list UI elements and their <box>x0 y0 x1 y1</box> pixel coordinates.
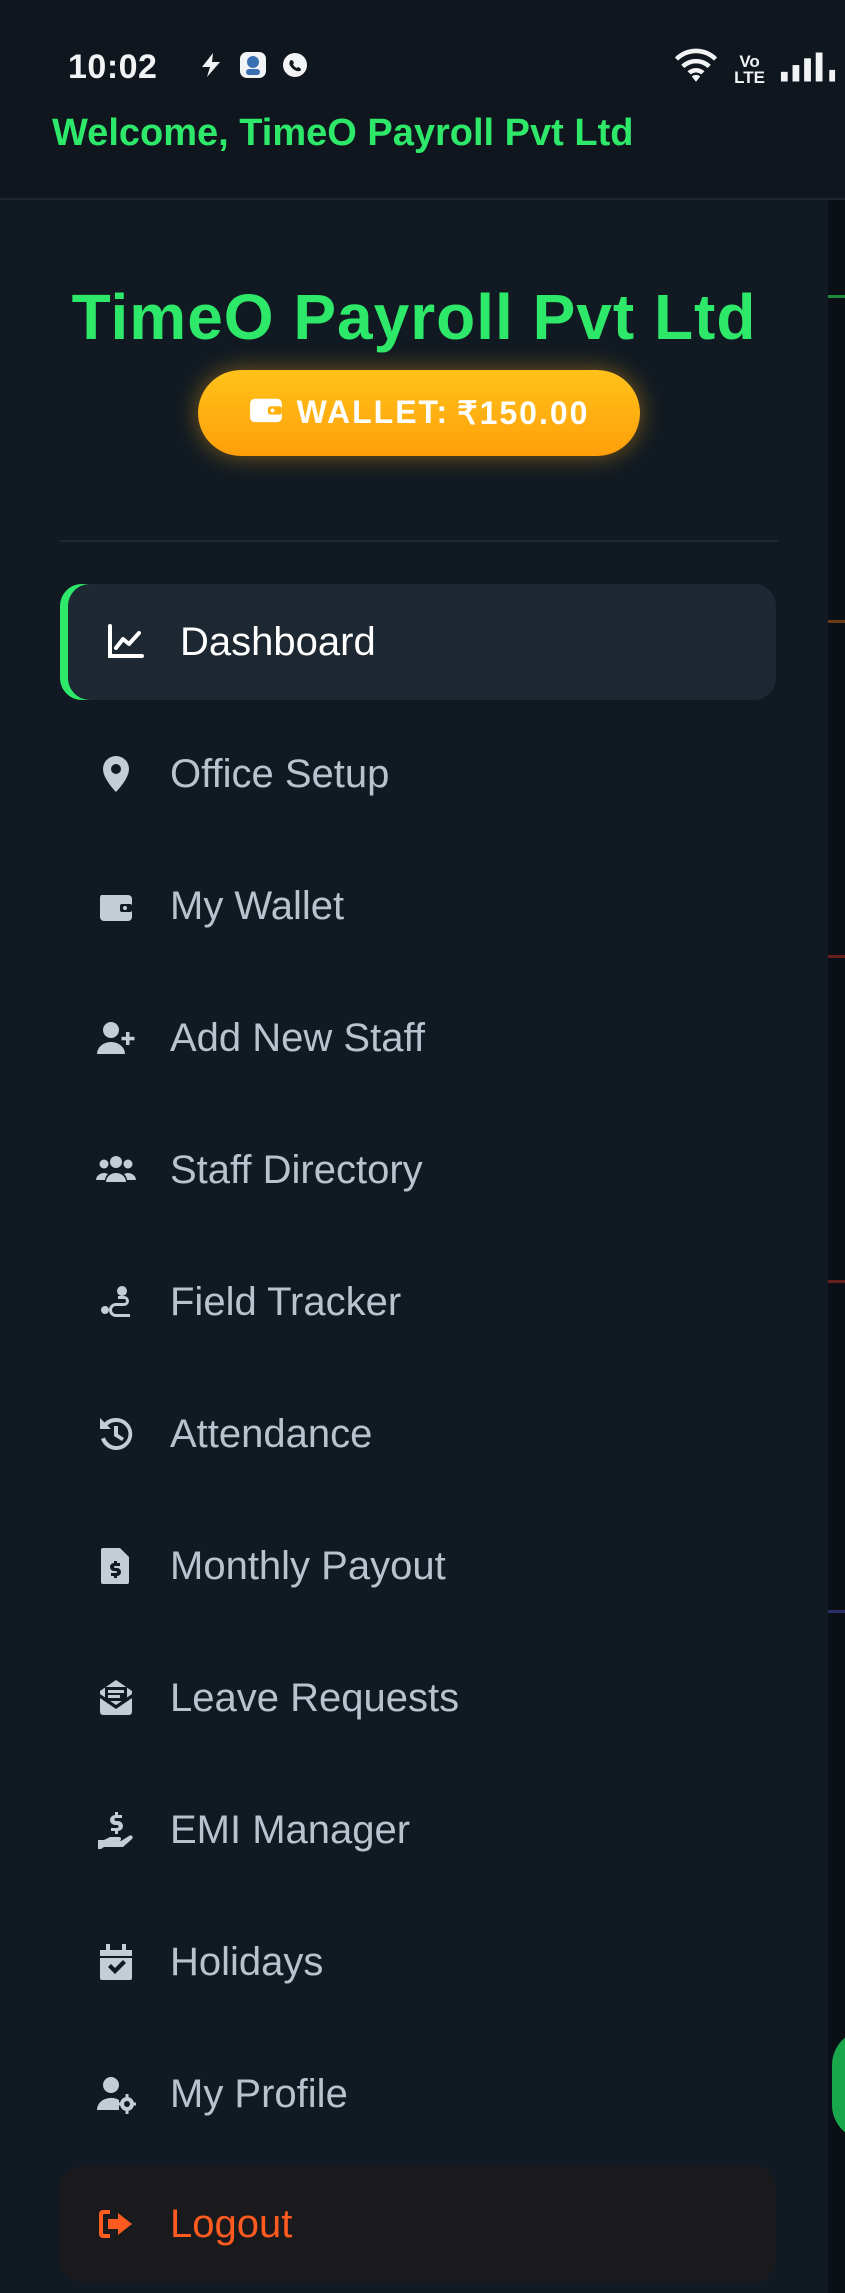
menu-item-label: Staff Directory <box>170 1147 423 1192</box>
menu-item-label: Add New Staff <box>170 1015 425 1060</box>
calendar-check-icon <box>88 1934 144 1990</box>
app-icon <box>238 50 268 80</box>
menu-item-label: Dashboard <box>180 619 376 664</box>
background-page-edge <box>828 200 845 2293</box>
menu-item-label: Monthly Payout <box>170 1543 446 1588</box>
menu-item-label: Attendance <box>170 1411 373 1456</box>
menu-item-my-wallet[interactable]: My Wallet <box>60 848 776 964</box>
sign-out-icon <box>88 2196 144 2252</box>
whatsapp-icon <box>280 50 310 80</box>
menu-item-leave-requests[interactable]: Leave Requests <box>60 1640 776 1756</box>
wallet-icon <box>88 878 144 934</box>
status-icons-left <box>196 50 310 80</box>
top-app-bar: 10:02 Vo LTE Welcome, TimeO Payroll Pvt … <box>0 0 845 200</box>
menu-item-office-setup[interactable]: Office Setup <box>60 716 776 832</box>
wallet-amount: ₹150.00 <box>457 395 590 431</box>
menu-item-monthly-payout[interactable]: Monthly Payout <box>60 1508 776 1624</box>
menu-item-add-new-staff[interactable]: Add New Staff <box>60 980 776 1096</box>
wifi-icon <box>672 48 720 91</box>
menu-item-label: EMI Manager <box>170 1807 411 1852</box>
drawer-divider <box>60 540 778 542</box>
signal-icon <box>779 50 837 89</box>
chart-line-icon <box>98 614 154 670</box>
logout-button[interactable]: Logout <box>60 2166 776 2282</box>
wallet-icon <box>249 395 283 432</box>
network-type-label: Vo LTE <box>734 51 765 87</box>
app-screen: 10:02 Vo LTE Welcome, TimeO Payroll Pvt … <box>0 0 845 2293</box>
status-icons-right: Vo LTE <box>672 48 837 91</box>
menu-item-label: Field Tracker <box>170 1279 402 1324</box>
welcome-text: Welcome, TimeO Payroll Pvt Ltd <box>52 112 634 154</box>
logout-label: Logout <box>170 2201 293 2246</box>
users-icon <box>88 1142 144 1198</box>
menu-item-label: Holidays <box>170 1939 324 1984</box>
menu-item-field-tracker[interactable]: Field Tracker <box>60 1244 776 1360</box>
invoice-dollar-icon <box>88 1538 144 1594</box>
menu-item-label: Leave Requests <box>170 1675 460 1720</box>
company-name: TimeO Payroll Pvt Ltd <box>71 281 757 353</box>
menu-item-label: My Profile <box>170 2071 348 2116</box>
menu-item-my-profile[interactable]: My Profile <box>60 2036 776 2152</box>
wallet-label: WALLET: <box>296 394 450 430</box>
menu-item-label: My Wallet <box>170 883 345 928</box>
power-bolt-icon <box>196 50 226 80</box>
menu-item-attendance[interactable]: Attendance <box>60 1376 776 1492</box>
status-time: 10:02 <box>68 48 158 86</box>
user-plus-icon <box>88 1010 144 1066</box>
envelope-open-icon <box>88 1670 144 1726</box>
menu-item-label: Office Setup <box>170 751 390 796</box>
menu-item-holidays[interactable]: Holidays <box>60 1904 776 2020</box>
navigation-drawer: TimeO Payroll Pvt Ltd WALLET: ₹150.00 Da… <box>0 202 828 2293</box>
menu-item-staff-directory[interactable]: Staff Directory <box>60 1112 776 1228</box>
menu-item-emi-manager[interactable]: EMI Manager <box>60 1772 776 1888</box>
route-icon <box>88 1274 144 1330</box>
location-pin-icon <box>88 746 144 802</box>
user-gear-icon <box>88 2066 144 2122</box>
wallet-balance-button[interactable]: WALLET: ₹150.00 <box>198 370 640 456</box>
menu-item-dashboard[interactable]: Dashboard <box>60 584 776 700</box>
history-icon <box>88 1406 144 1462</box>
hand-dollar-icon <box>88 1802 144 1858</box>
